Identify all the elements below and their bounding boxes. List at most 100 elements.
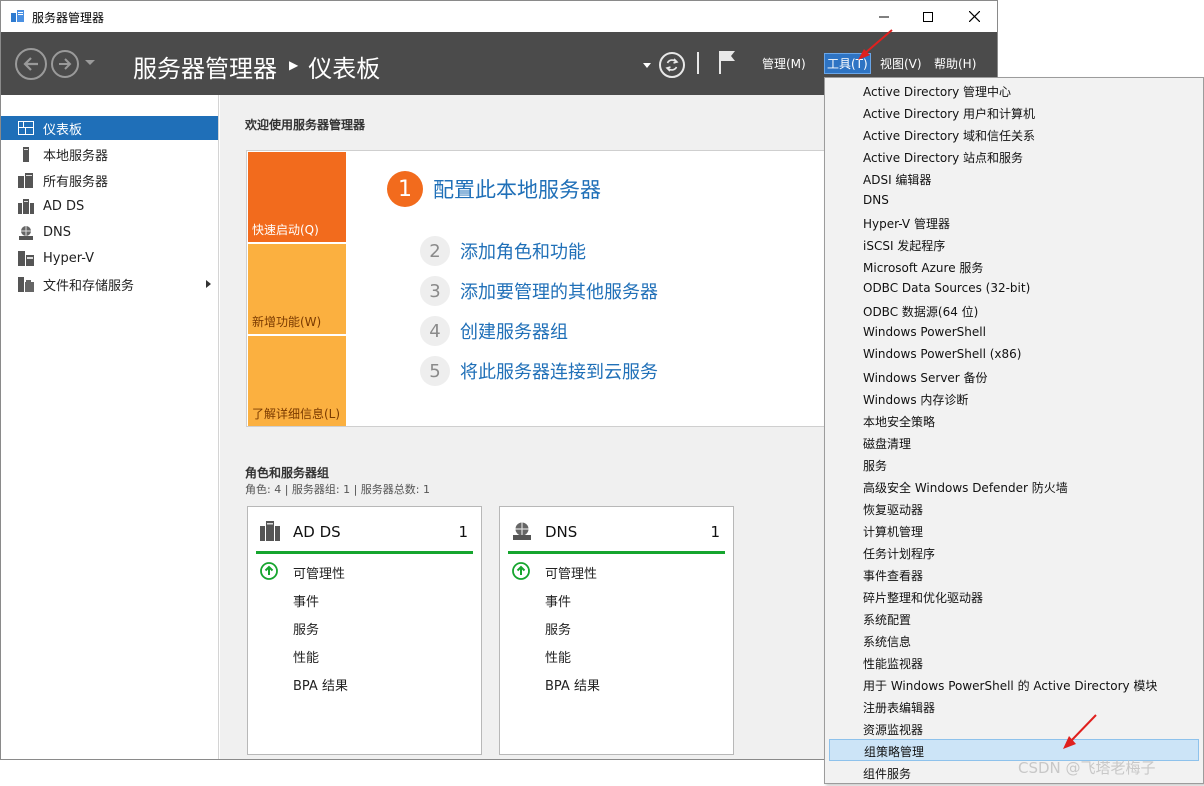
tools-menu-item-label: ADSI 编辑器 [863,173,932,187]
tools-menu-item[interactable]: 恢复驱动器 [825,497,1203,519]
role-card-row-services[interactable]: 服务 [293,619,319,638]
breadcrumb-root[interactable]: 服务器管理器 [133,49,277,84]
tools-menu-item[interactable]: Windows Server 备份 [825,365,1203,387]
sidebar-item-dashboard[interactable]: 仪表板 [1,116,218,140]
maximize-button[interactable] [905,1,951,32]
tools-menu-item[interactable]: Active Directory 站点和服务 [825,145,1203,167]
tools-menu-item[interactable]: 注册表编辑器 [825,695,1203,717]
notifications-flag-icon[interactable] [717,49,737,75]
sidebar-item-hyperv[interactable]: Hyper-V [1,246,218,270]
tools-menu-item-label: 任务计划程序 [863,547,936,561]
sidebar-item-dns[interactable]: DNS [1,220,218,244]
sidebar-item-all-servers[interactable]: 所有服务器 [1,168,218,192]
tools-menu-item[interactable]: Windows 内存诊断 [825,387,1203,409]
tools-menu-item-label: 本地安全策略 [863,415,936,429]
tools-menu-item-label: 恢复驱动器 [863,503,924,517]
tools-menu-item-label: 组策略管理 [864,745,925,759]
step-number: 4 [420,316,450,346]
step-connect-cloud[interactable]: 5 将此服务器连接到云服务 [420,356,658,386]
status-ok-icon [512,562,530,580]
role-card-row-manageability[interactable]: 可管理性 [545,563,597,582]
step-create-server-group[interactable]: 4 创建服务器组 [420,316,568,346]
tools-menu-item[interactable]: 服务 [825,453,1203,475]
refresh-button[interactable] [659,52,685,78]
minimize-button[interactable] [861,1,907,32]
back-button[interactable] [15,48,47,80]
role-card-title[interactable]: AD DS [293,523,341,541]
tools-menu-item[interactable]: DNS [825,189,1203,211]
menu-help[interactable]: 帮助(H) [934,55,976,72]
tools-menu-item[interactable]: Windows PowerShell [825,321,1203,343]
tools-menu-item[interactable]: iSCSI 发起程序 [825,233,1203,255]
step-link[interactable]: 创建服务器组 [460,318,568,344]
local-server-icon [18,146,34,162]
sidebar-item-file-storage[interactable]: 文件和存储服务 [1,272,218,296]
tile-learn-more[interactable]: 了解详细信息(L) [248,336,346,426]
role-card-row-performance[interactable]: 性能 [545,647,571,666]
breadcrumb-separator-icon: ▶ [289,57,299,72]
tools-menu-item[interactable]: 高级安全 Windows Defender 防火墙 [825,475,1203,497]
header-dropdown-icon[interactable] [643,63,651,68]
step-add-roles[interactable]: 2 添加角色和功能 [420,236,586,266]
tools-menu-item[interactable]: Hyper-V 管理器 [825,211,1203,233]
step-configure-local-server[interactable]: 1 配置此本地服务器 [387,171,601,207]
tools-menu-item[interactable]: ADSI 编辑器 [825,167,1203,189]
forward-button[interactable] [51,50,79,78]
tile-quick-start[interactable]: 快速启动(Q) [248,152,346,242]
minimize-icon [879,16,889,17]
tools-menu-item[interactable]: 计算机管理 [825,519,1203,541]
tile-label: 了解详细信息(L) [252,407,341,421]
tools-menu-item[interactable]: Active Directory 用户和计算机 [825,101,1203,123]
menu-tools[interactable]: 工具(T) [824,53,871,74]
tools-menu-item[interactable]: Windows PowerShell (x86) [825,343,1203,365]
role-card-dns[interactable]: DNS 1 可管理性 事件 服务 性能 BPA 结果 [499,506,734,755]
role-card-adds[interactable]: AD DS 1 可管理性 事件 服务 性能 BPA 结果 [247,506,482,755]
tools-menu-item[interactable]: 磁盘清理 [825,431,1203,453]
role-card-row-events[interactable]: 事件 [293,591,319,610]
step-link[interactable]: 添加要管理的其他服务器 [460,278,658,304]
tools-menu-item[interactable]: 系统配置 [825,607,1203,629]
sidebar-item-adds[interactable]: AD DS [1,194,218,218]
roles-section-title: 角色和服务器组 [245,466,330,480]
tools-menu-item[interactable]: 用于 Windows PowerShell 的 Active Directory… [825,673,1203,695]
welcome-title: 欢迎使用服务器管理器 [245,118,366,132]
step-number: 1 [387,171,423,207]
role-card-count: 1 [710,523,720,541]
step-add-servers[interactable]: 3 添加要管理的其他服务器 [420,276,658,306]
tools-menu-item-label: Hyper-V 管理器 [863,217,950,231]
tools-menu-item[interactable]: 碎片整理和优化驱动器 [825,585,1203,607]
tile-whats-new[interactable]: 新增功能(W) [248,244,346,334]
role-card-row-bpa[interactable]: BPA 结果 [293,675,348,694]
menu-view[interactable]: 视图(V) [880,55,922,72]
tools-menu-item[interactable]: ODBC Data Sources (32-bit) [825,277,1203,299]
step-number: 5 [420,356,450,386]
tools-menu-item[interactable]: 任务计划程序 [825,541,1203,563]
tools-menu-item[interactable]: 性能监视器 [825,651,1203,673]
adds-icon [18,198,34,214]
sidebar-item-local-server[interactable]: 本地服务器 [1,142,218,166]
role-card-row-bpa[interactable]: BPA 结果 [545,675,600,694]
role-card-row-events[interactable]: 事件 [545,591,571,610]
server-manager-app-icon [11,10,24,22]
tools-menu-item[interactable]: ODBC 数据源(64 位) [825,299,1203,321]
step-link[interactable]: 添加角色和功能 [460,238,586,264]
tools-menu-item-label: 组件服务 [863,767,912,781]
tools-menu-item[interactable]: 系统信息 [825,629,1203,651]
history-dropdown-icon[interactable] [85,60,95,65]
tools-menu-item[interactable]: 本地安全策略 [825,409,1203,431]
tools-menu-item[interactable]: 事件查看器 [825,563,1203,585]
role-card-title[interactable]: DNS [545,523,577,541]
role-card-row-services[interactable]: 服务 [545,619,571,638]
tools-menu-item-label: Active Directory 管理中心 [863,85,1012,99]
role-card-row-performance[interactable]: 性能 [293,647,319,666]
tools-menu-item[interactable]: Microsoft Azure 服务 [825,255,1203,277]
menu-manage[interactable]: 管理(M) [762,55,806,72]
tools-menu-item[interactable]: 资源监视器 [825,717,1203,739]
step-link[interactable]: 将此服务器连接到云服务 [460,358,658,384]
role-card-row-manageability[interactable]: 可管理性 [293,563,345,582]
tools-menu-item[interactable]: Active Directory 管理中心 [825,79,1203,101]
step-link[interactable]: 配置此本地服务器 [433,174,601,204]
header-divider [697,52,699,74]
tools-menu-item[interactable]: Active Directory 域和信任关系 [825,123,1203,145]
close-button[interactable] [951,1,997,32]
